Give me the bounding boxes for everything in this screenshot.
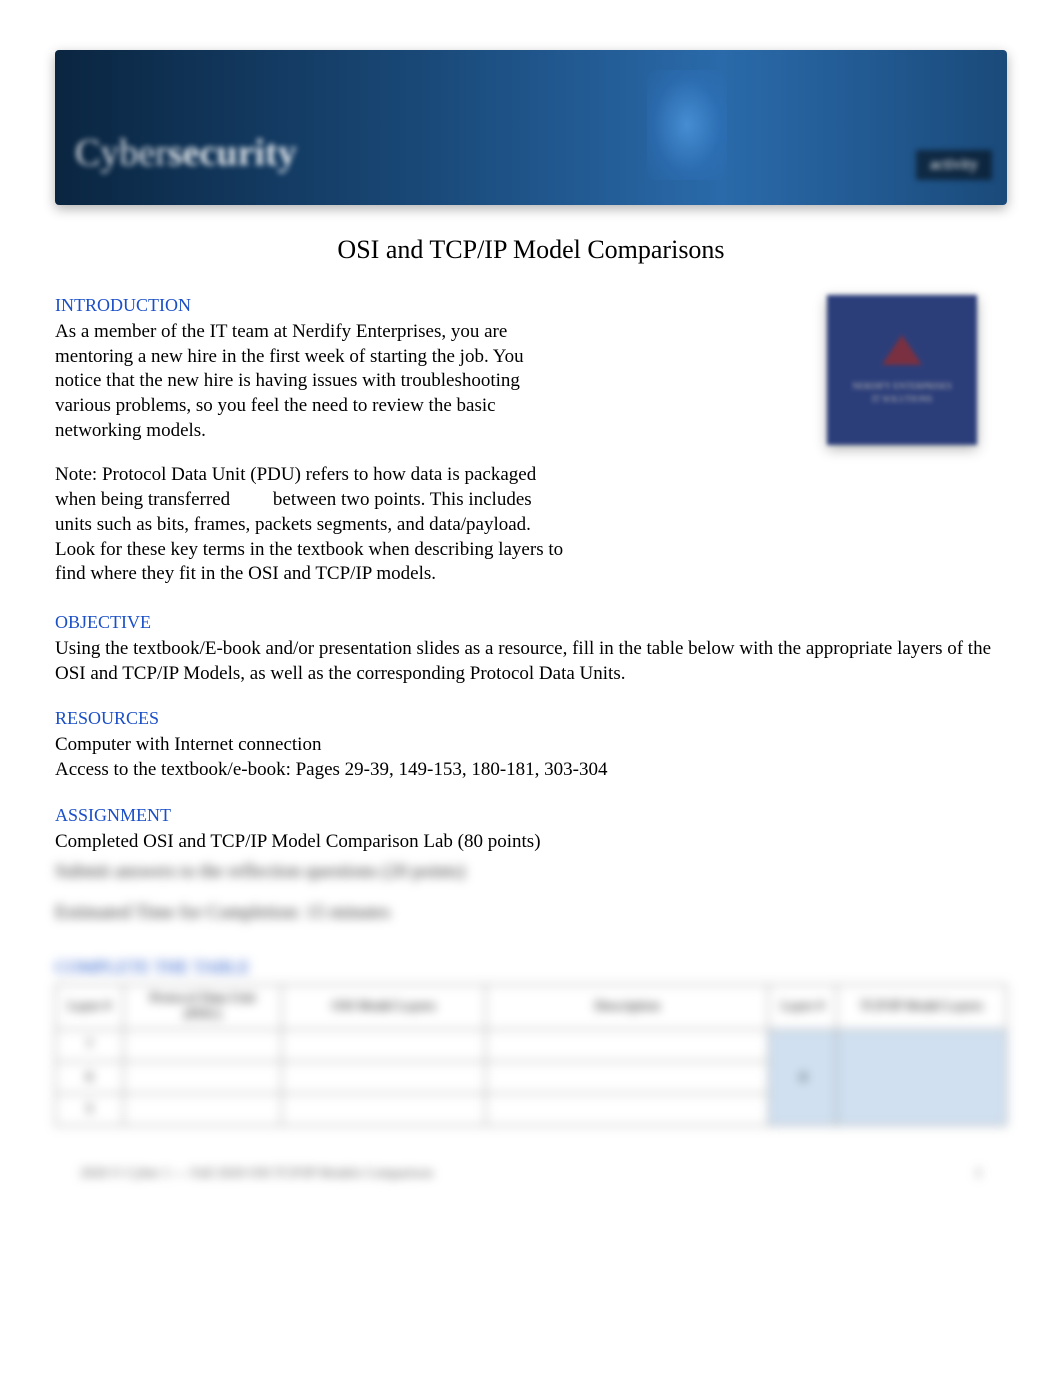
- th-tcpip: TCP/IP Model Layers: [837, 985, 1007, 1030]
- company-logo: NERDIFY ENTERPRISES IT SOLUTIONS: [827, 295, 977, 445]
- th-pdu: Protocol Data Unit (PDU): [123, 985, 282, 1030]
- cybersecurity-banner: Cybersecurity activity: [55, 50, 1007, 205]
- logo-text: NERDIFY ENTERPRISES IT SOLUTIONS: [844, 380, 959, 405]
- th-osi: OSI Model Layers: [282, 985, 486, 1030]
- assignment-heading: ASSIGNMENT: [55, 805, 1007, 826]
- assignment-blurred-2: Estimated Time for Completion: 15 minute…: [55, 899, 1007, 928]
- introduction-paragraph-2: Note: Protocol Data Unit (PDU) refers to…: [55, 463, 565, 586]
- banner-title: Cybersecurity: [75, 131, 297, 175]
- osi-tcpip-table: Layer # Protocol Data Unit (PDU) OSI Mod…: [55, 984, 1007, 1126]
- page-footer: 2020 © Cyber 1 — Fall 2020 OSI TCP/IP Mo…: [55, 1156, 1007, 1182]
- objective-heading: OBJECTIVE: [55, 612, 1007, 633]
- table-heading: COMPLETE THE TABLE: [55, 957, 1007, 978]
- resources-heading: RESOURCES: [55, 708, 1007, 729]
- assignment-line-1: Completed OSI and TCP/IP Model Compariso…: [55, 830, 1007, 855]
- footer-page-number: 1: [975, 1166, 982, 1182]
- resource-line-2: Access to the textbook/e-book: Pages 29-…: [55, 758, 1007, 783]
- th-layer2: Layer #: [769, 985, 837, 1030]
- table-row: 7 4: [56, 1030, 1007, 1062]
- page-title: OSI and TCP/IP Model Comparisons: [55, 235, 1007, 265]
- logo-triangle-icon: [882, 335, 922, 365]
- banner-badge: activity: [916, 150, 992, 180]
- th-desc: Description: [486, 985, 769, 1030]
- resource-line-1: Computer with Internet connection: [55, 733, 1007, 758]
- introduction-paragraph-1: As a member of the IT team at Nerdify En…: [55, 320, 565, 443]
- assignment-blurred-1: Submit answers to the reflection questio…: [55, 858, 1007, 887]
- objective-text: Using the textbook/E-book and/or present…: [55, 637, 1007, 686]
- footer-left: 2020 © Cyber 1 — Fall 2020 OSI TCP/IP Mo…: [80, 1166, 433, 1182]
- th-layer: Layer #: [56, 985, 124, 1030]
